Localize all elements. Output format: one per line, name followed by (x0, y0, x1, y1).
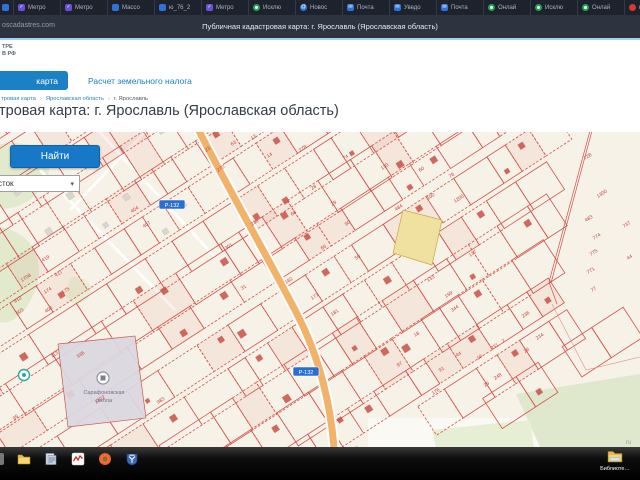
map-canvas: 126323 27814 74 728130270 6076281300100 12002… (0, 132, 640, 447)
map-attribution: ru (626, 440, 631, 446)
left-poi-marker[interactable] (17, 368, 31, 382)
browser-tab[interactable]: кадас (625, 0, 640, 15)
chart-icon[interactable] (71, 452, 85, 466)
highway-badge: Р-132 (292, 366, 320, 377)
browser-tab[interactable]: Онлай (484, 0, 531, 15)
school-poi-marker[interactable] (96, 371, 110, 385)
cadastral-map-nav-button[interactable]: карта (0, 71, 68, 90)
site-logo: ТРЕ В РФ (2, 44, 16, 58)
find-button[interactable]: Найти (10, 145, 100, 168)
browser-tab[interactable]: ✉ Почта (437, 0, 484, 15)
browser-tab[interactable]: Исклю (249, 0, 296, 15)
browser-tab[interactable] (0, 0, 14, 15)
svg-text:Р-132: Р-132 (165, 203, 180, 209)
browser-tab-bar: ✓ Метро ✓ Метро Массо ю_76_2 ✓ Метро Исклю @ Новос… (0, 0, 640, 15)
cadastral-map[interactable]: 12 63 23 278 14 74 728 130 270 60 76 28 1300 100 1200 2… (0, 132, 640, 447)
breadcrumb-item[interactable]: тровая карта (1, 96, 36, 102)
tab-label: Метро (216, 4, 234, 11)
blue-square-favicon (112, 4, 119, 11)
check-favicon: ✓ (18, 4, 25, 11)
chevron-down-icon: ▾ (70, 180, 74, 188)
green-circle-favicon (488, 4, 495, 11)
check-favicon: ✓ (206, 4, 213, 11)
site-logo-line2: В РФ (2, 51, 16, 57)
screen: ✓ Метро ✓ Метро Массо ю_76_2 ✓ Метро Исклю @ Новос… (0, 0, 640, 480)
breadcrumb-separator: › (39, 96, 42, 102)
browser-tab[interactable]: Массо (108, 0, 155, 15)
red-circle-favicon (629, 4, 636, 11)
school-label-line: школа (96, 398, 113, 404)
tab-label: ю_76_2 (169, 4, 191, 11)
taskbar: Библиоте… (0, 447, 640, 480)
blue-square-favicon (159, 4, 166, 11)
tab-label: Исклю (263, 4, 282, 11)
highway-badge: Р-132 (158, 199, 186, 210)
school-icon (100, 375, 106, 381)
green-circle-favicon (582, 4, 589, 11)
school-label-line: Сарафоновская (83, 390, 124, 396)
libraries-desktop-shortcut[interactable]: Библиоте… (592, 449, 638, 472)
mail-favicon: ✉ (441, 4, 448, 11)
crest-icon[interactable] (125, 452, 139, 466)
mail-favicon: ✉ (394, 4, 401, 11)
browser-tab[interactable]: ю_76_2 (155, 0, 202, 15)
poi-dot-icon (22, 373, 26, 377)
breadcrumb-item[interactable]: Ярославская область (46, 96, 104, 102)
browser-tab[interactable]: ✓ Метро (14, 0, 61, 15)
site-logo-line1: ТРЕ (2, 44, 13, 50)
tab-label: Почта (451, 4, 468, 11)
green-circle-favicon (535, 4, 542, 11)
browser-tab[interactable]: @ Новос (296, 0, 343, 15)
browser-tab[interactable]: ✉ Почта (343, 0, 390, 15)
tab-label: Массо (122, 4, 140, 11)
mail-favicon: ✉ (347, 4, 354, 11)
breadcrumb-item: г. Ярославль (113, 96, 149, 102)
tab-label: Уведо (404, 4, 421, 11)
partial-app-icon[interactable] (0, 453, 4, 465)
window-title: Публичная кадастровая карта: г. Ярославл… (202, 22, 438, 31)
browser-tab[interactable]: ✓ Метро (202, 0, 249, 15)
tab-label: Метро (28, 4, 46, 11)
browser-tab[interactable]: ✓ Метро (61, 0, 108, 15)
page-title: тровая карта: г. Ярославль (Ярославская … (0, 103, 339, 119)
shortcut-label: Библиоте… (600, 466, 630, 472)
folder-icon[interactable] (17, 452, 31, 466)
address-url: oscadastres.com (2, 22, 55, 29)
tab-label: Новос (310, 4, 328, 11)
breadcrumb: тровая карта › Ярославская область › г. Ярос… (1, 96, 148, 102)
taskbar-icons (0, 452, 139, 466)
breadcrumb-separator: › (107, 96, 110, 102)
tab-label: Почта (357, 4, 374, 11)
green-circle-favicon (253, 4, 260, 11)
browser-title-bar: oscadastres.com Публичная кадастровая ка… (0, 15, 640, 40)
object-type-select[interactable]: сток ▾ (0, 175, 80, 192)
badge-icon[interactable] (98, 452, 112, 466)
tab-label: Онлай (498, 4, 517, 11)
tab-label: Метро (75, 4, 93, 11)
documents-icon[interactable] (44, 452, 58, 466)
tab-label: Онлай (592, 4, 611, 11)
libraries-folder-icon (607, 451, 623, 463)
browser-tab[interactable]: Исклю (531, 0, 578, 15)
svg-text:Р-132: Р-132 (299, 370, 314, 376)
object-type-select-value: сток (0, 179, 14, 188)
at-favicon: @ (300, 4, 307, 11)
browser-tab[interactable]: ✉ Уведо (390, 0, 437, 15)
check-favicon: ✓ (65, 4, 72, 11)
partial-favicon (2, 4, 9, 11)
browser-tab[interactable]: Онлай (578, 0, 625, 15)
land-tax-link[interactable]: Расчет земельного налога (88, 76, 192, 86)
tab-label: Исклю (545, 4, 564, 11)
